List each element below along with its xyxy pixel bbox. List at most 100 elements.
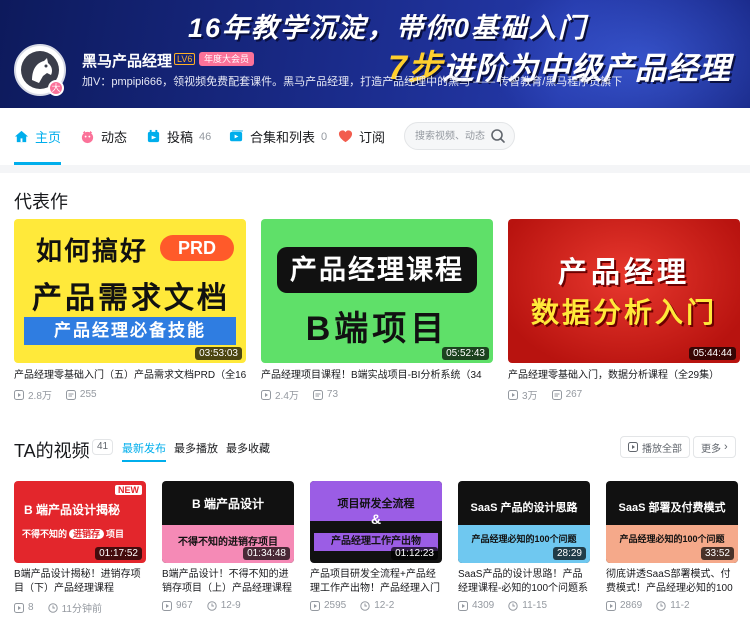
more-button[interactable]: 更多 › (693, 436, 736, 458)
video-thumbnail[interactable]: 产品经理课程 B端项目 05:52:43 (261, 219, 493, 363)
video-card[interactable]: 项目研发全流程 & 产品经理工作产出物 01:12:23 产品项目研发全流程+产… (310, 481, 442, 611)
video-thumbnail[interactable]: 如何搞好 PRD 产品需求文档 产品经理必备技能 03:53:03 (14, 219, 246, 363)
chevron-right-icon: › (724, 441, 728, 453)
play-count: 8 (14, 602, 34, 613)
video-duration: 33:52 (700, 547, 734, 560)
search-icon[interactable] (490, 128, 506, 144)
video-thumbnail[interactable]: SaaS 部署及付费模式 产品经理必知的100个问题 33:52 (606, 481, 738, 563)
publish-time: 12-2 (360, 600, 394, 611)
thumb-line1: B 端产品设计揭秘 (24, 503, 121, 517)
play-icon (261, 389, 271, 400)
play-all-label: 播放全部 (642, 443, 682, 455)
video-title-line1[interactable]: B端产品设计揭秘！进销存项 (14, 568, 146, 582)
play-icon (14, 602, 24, 613)
video-title-line1[interactable]: B端产品设计！不得不知的进 (162, 568, 294, 582)
vip-badge[interactable]: 年度大会员 (199, 52, 255, 66)
avatar-vip-badge: 大 (48, 80, 64, 96)
play-count: 2595 (310, 600, 346, 611)
thumb-line2-a: 不得不知的 (22, 529, 68, 539)
video-thumbnail[interactable]: SaaS 产品的设计思路 产品经理必知的100个问题 28:29 (458, 481, 590, 563)
search-input[interactable] (415, 129, 491, 144)
tab-dynamic[interactable]: 动态 (80, 108, 127, 165)
tab-upload-label: 投稿 (167, 130, 194, 145)
video-stats: 2595 12-2 (310, 600, 442, 611)
thumb-line2: 数据分析入门 (530, 297, 717, 328)
danmaku-count: 255 (65, 389, 97, 400)
masterpiece-card[interactable]: 产品经理 数据分析入门 05:44:44 产品经理零基础入门，数据分析课程（全2… (508, 219, 740, 402)
video-title-line2[interactable]: 销存项目（上）产品经理课程 (162, 582, 294, 596)
masterpiece-card[interactable]: 如何搞好 PRD 产品需求文档 产品经理必备技能 03:53:03 产品经理零基… (14, 219, 246, 402)
danmaku-count: 73 (312, 389, 338, 400)
play-all-button[interactable]: 播放全部 (620, 436, 690, 458)
video-title[interactable]: 产品经理零基础入门，数据分析课程（全29集） (508, 369, 740, 383)
video-title-line2[interactable]: 费模式！产品经理必知的100 (606, 582, 738, 596)
thumb-line2: B端项目 (305, 310, 449, 348)
videos-count: 41 (92, 439, 114, 455)
video-duration: 05:44:44 (689, 347, 736, 360)
play-count: 4309 (458, 600, 494, 611)
new-badge: NEW (115, 485, 142, 495)
tab-collections[interactable]: 合集和列表 0 (229, 108, 327, 165)
video-card[interactable]: SaaS 部署及付费模式 产品经理必知的100个问题 33:52 彻底讲透Saa… (606, 481, 738, 611)
publish-time: 11-15 (508, 600, 547, 611)
tab-home[interactable]: 主页 (14, 108, 62, 165)
tab-dynamic-label: 动态 (101, 130, 128, 145)
play-icon (162, 600, 172, 611)
video-title[interactable]: 产品经理零基础入门（五）产品需求文档PRD（全16 (14, 369, 246, 383)
video-title-line2[interactable]: 理工作产出物！产品经理入门 (310, 582, 442, 596)
play-all-icon (628, 442, 638, 452)
video-duration: 05:52:43 (442, 347, 489, 360)
play-count: 967 (162, 600, 193, 611)
play-count-value: 4309 (472, 600, 495, 611)
video-thumbnail[interactable]: B 端产品设计 不得不知的进销存项目 01:34:48 (162, 481, 294, 563)
thumb-amp: & (370, 511, 382, 527)
video-title-line2[interactable]: 目（下）产品经理课程 (14, 582, 146, 596)
clock-icon (360, 600, 370, 611)
upload-icon (147, 129, 160, 143)
video-title[interactable]: 产品经理项目课程！B端实战项目-BI分析系统（34 (261, 369, 493, 383)
danmaku-count-value: 267 (565, 389, 583, 400)
dynamic-icon (81, 130, 94, 144)
play-count-value: 2869 (620, 600, 643, 611)
thumb-line1: 如何搞好 (36, 236, 149, 266)
publish-time: 12-9 (206, 600, 241, 611)
publish-time: 11分钟前 (47, 600, 102, 615)
publish-time: 11-2 (656, 600, 690, 611)
play-icon (458, 600, 468, 611)
video-title-line1[interactable]: 产品项目研发全流程+产品经 (310, 568, 442, 582)
thumb-line1: SaaS 部署及付费模式 (618, 502, 726, 514)
video-card[interactable]: B 端产品设计 不得不知的进销存项目 01:34:48 B端产品设计！不得不知的… (162, 481, 294, 611)
video-card[interactable]: B 端产品设计揭秘 NEW 不得不知的 进销存 项目 01:17:52 B端产品设计… (14, 481, 146, 615)
clock-icon (508, 600, 518, 611)
play-count: 2869 (606, 600, 642, 611)
channel-name[interactable]: 黑马产品经理 (82, 50, 172, 71)
tab-most-favorited[interactable]: 最多收藏 (226, 440, 270, 456)
video-duration: 01:34:48 (243, 547, 290, 560)
publish-time-value: 11-15 (522, 600, 548, 611)
tab-most-played[interactable]: 最多播放 (174, 440, 218, 456)
tab-upload[interactable]: 投稿 46 (146, 108, 211, 165)
channel-banner: 16年教学沉淀，带你0基础入门 7步进阶为中级产品经理 大 黑马产品经理 LV6… (0, 0, 750, 108)
tab-latest[interactable]: 最新发布 (122, 440, 166, 462)
masterpiece-card[interactable]: 产品经理课程 B端项目 05:52:43 产品经理项目课程！B端实战项目-BI分… (261, 219, 493, 402)
video-thumbnail[interactable]: 项目研发全流程 & 产品经理工作产出物 01:12:23 (310, 481, 442, 563)
video-title-line1[interactable]: SaaS产品的设计思路！产品 (458, 568, 590, 582)
video-thumbnail[interactable]: B 端产品设计揭秘 NEW 不得不知的 进销存 项目 01:17:52 (14, 481, 146, 563)
thumb-line1: 产品经理课程 (277, 247, 477, 293)
play-count-value: 3万 (522, 391, 538, 402)
video-card[interactable]: SaaS 产品的设计思路 产品经理必知的100个问题 28:29 SaaS产品的… (458, 481, 590, 611)
tab-subscribe[interactable]: 订阅 (338, 108, 385, 165)
danmaku-count: 267 (551, 389, 583, 400)
play-count: 2.8万 (14, 387, 52, 402)
tab-subscribe-label: 订阅 (359, 130, 386, 145)
thumb-line1: 产品经理 (557, 257, 690, 289)
video-thumbnail[interactable]: 产品经理 数据分析入门 05:44:44 (508, 219, 740, 363)
more-label: 更多 (701, 443, 721, 455)
video-title-line1[interactable]: 彻底讲透SaaS部署模式、付 (606, 568, 738, 582)
video-title-line2[interactable]: 经理课程-必知的100个问题系 (458, 582, 590, 596)
danmaku-icon (551, 389, 562, 400)
publish-time-value: 12-2 (374, 600, 395, 611)
tab-home-label: 主页 (35, 130, 62, 145)
play-count-value: 8 (28, 602, 34, 613)
thumb-line2: 不得不知的进销存项目 (22, 527, 124, 540)
